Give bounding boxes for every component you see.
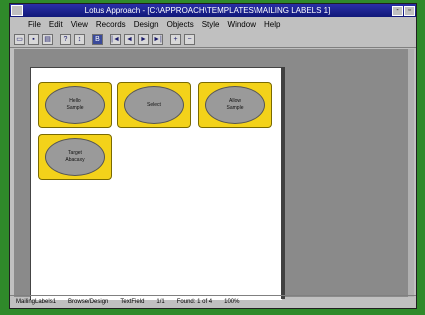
page-shadow [281, 67, 285, 299]
label-ellipse: Select [124, 86, 184, 124]
label-ellipse: Hello Sample [45, 86, 105, 124]
label-line2: Sample [226, 105, 244, 111]
sort-icon[interactable]: ↕ [74, 33, 85, 45]
status-mode[interactable]: Browse/Design [62, 299, 114, 305]
status-view[interactable]: MailingLabels1 [10, 299, 62, 305]
label-ellipse: Allow Sample [205, 86, 265, 124]
status-zoom[interactable]: 100% [218, 299, 245, 305]
save-icon[interactable]: ▪ [28, 33, 39, 45]
app-window: Lotus Approach - [C:\APPROACH\TEMPLATES\… [9, 3, 417, 309]
label-line1: Target [68, 150, 82, 156]
label-line2: Abacaxy [65, 157, 85, 163]
menu-file[interactable]: File [24, 20, 45, 29]
next-record-icon[interactable]: ► [138, 33, 149, 45]
menu-records[interactable]: Records [92, 20, 130, 29]
status-bar: MailingLabels1 Browse/Design TextField 1… [10, 295, 416, 308]
menu-style[interactable]: Style [198, 20, 224, 29]
zoom-in-icon[interactable]: + [170, 33, 181, 45]
label-card[interactable]: Target Abacaxy [38, 134, 112, 180]
status-field: TextField [120, 299, 145, 305]
browse-icon[interactable]: B [92, 33, 103, 45]
restore-button[interactable]: ▫ [404, 5, 415, 16]
open-icon[interactable]: ▭ [14, 33, 25, 45]
minimize-button[interactable]: - [392, 5, 403, 16]
menu-design[interactable]: Design [130, 20, 163, 29]
find-icon[interactable]: ? [60, 33, 71, 45]
work-area: Hello Sample Select Allow Sample Target [14, 49, 412, 300]
menu-objects[interactable]: Objects [163, 20, 198, 29]
label-page: Hello Sample Select Allow Sample Target [30, 67, 282, 300]
status-records: 1/1 [156, 299, 165, 305]
menu-view[interactable]: View [67, 20, 92, 29]
first-record-icon[interactable]: |◄ [110, 33, 121, 45]
label-card[interactable]: Hello Sample [38, 82, 112, 128]
label-card[interactable]: Select [117, 82, 191, 128]
menu-edit[interactable]: Edit [45, 20, 67, 29]
toolbar: ▭ ▪ ▤ ? ↕ B |◄ ◄ ► ►| + − [10, 31, 416, 48]
menu-help[interactable]: Help [260, 20, 284, 29]
print-icon[interactable]: ▤ [42, 33, 53, 45]
label-ellipse: Target Abacaxy [45, 138, 105, 176]
window-title: Lotus Approach - [C:\APPROACH\TEMPLATES\… [84, 6, 331, 15]
zoom-out-icon[interactable]: − [184, 33, 195, 45]
system-menu-icon[interactable] [11, 5, 23, 16]
label-line2: Sample [66, 105, 84, 111]
title-bar[interactable]: Lotus Approach - [C:\APPROACH\TEMPLATES\… [10, 4, 416, 17]
status-found: Found: 1 of 4 [176, 299, 213, 305]
last-record-icon[interactable]: ►| [152, 33, 163, 45]
menu-window[interactable]: Window [224, 20, 260, 29]
label-line1: Allow [229, 98, 241, 104]
label-line1: Hello [69, 98, 81, 104]
label-card[interactable]: Allow Sample [198, 82, 272, 128]
menu-bar: File Edit View Records Design Objects St… [10, 18, 416, 30]
vertical-scrollbar[interactable] [408, 49, 414, 297]
prev-record-icon[interactable]: ◄ [124, 33, 135, 45]
label-line1: Select [147, 101, 161, 108]
